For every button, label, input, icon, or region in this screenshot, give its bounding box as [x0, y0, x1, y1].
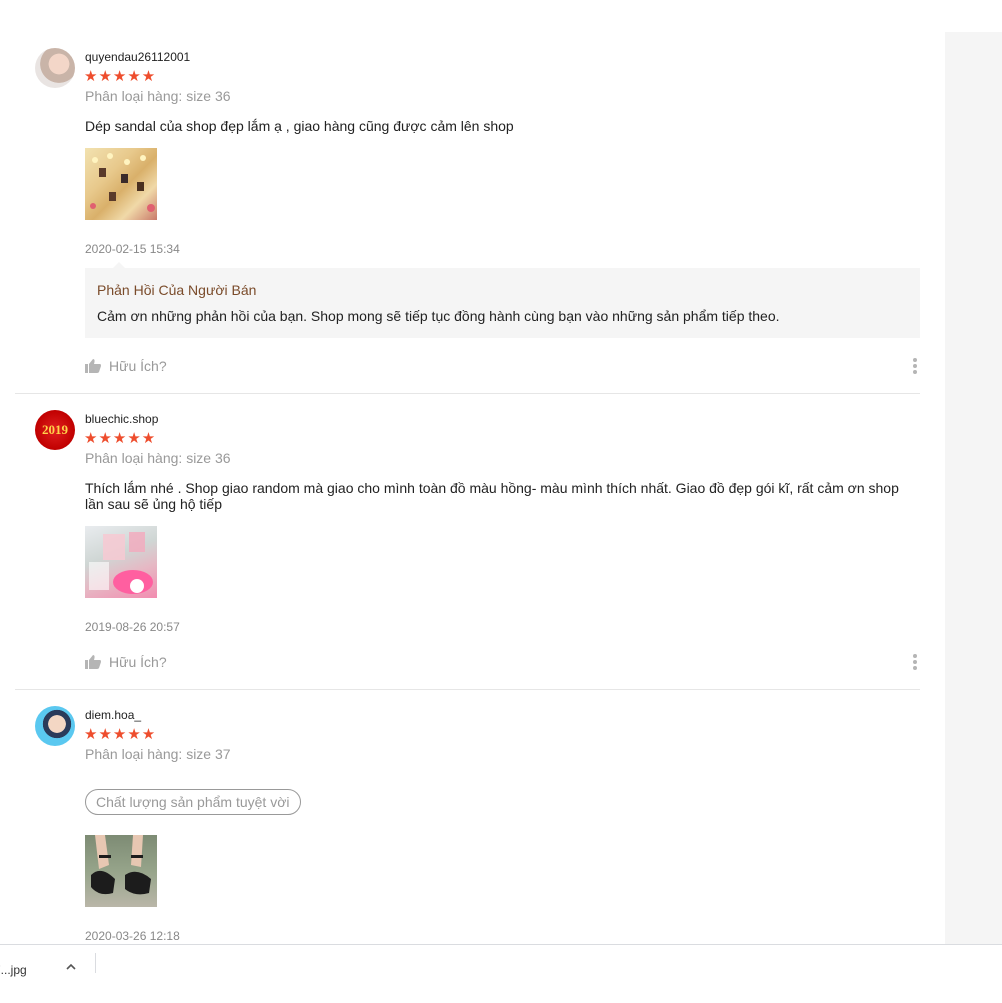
- rating-stars: ★★★★★: [84, 68, 157, 85]
- reviewer-username[interactable]: bluechic.shop: [85, 412, 158, 426]
- review-photo[interactable]: [85, 526, 157, 598]
- seller-reply-title: Phản Hồi Của Người Bán: [97, 282, 257, 298]
- product-variation: Phân loại hàng: size 36: [85, 88, 231, 104]
- seller-reply: Phản Hồi Của Người Bán Cảm ơn những phản…: [85, 262, 920, 338]
- avatar-text: 2019: [42, 422, 68, 437]
- helpful-label: Hữu Ích?: [109, 358, 167, 374]
- product-variation: Phân loại hàng: size 36: [85, 450, 231, 466]
- helpful-label: Hữu Ích?: [109, 654, 167, 670]
- download-bar: 7...jpg: [0, 944, 1002, 1003]
- reviewer-username[interactable]: quyendau26112001: [85, 50, 190, 64]
- avatar[interactable]: [35, 706, 75, 746]
- helpful-button[interactable]: Hữu Ích?: [85, 654, 167, 670]
- review-photo[interactable]: [85, 148, 157, 220]
- review-comment: Dép sandal của shop đẹp lắm ạ , giao hàn…: [85, 118, 514, 134]
- review-item: diem.hoa_ ★★★★★ Phân loại hàng: size 37 …: [15, 690, 920, 944]
- rating-stars: ★★★★★: [84, 430, 157, 447]
- thumb-up-icon: [85, 655, 101, 669]
- more-vertical-icon[interactable]: [912, 653, 918, 671]
- review-item: quyendau26112001 ★★★★★ Phân loại hàng: s…: [15, 0, 920, 393]
- download-file-name[interactable]: 7...jpg: [0, 963, 27, 977]
- review-time: 2020-02-15 15:34: [85, 242, 180, 256]
- chevron-up-icon[interactable]: [66, 963, 76, 971]
- review-item: 2019 bluechic.shop ★★★★★ Phân loại hàng:…: [15, 394, 920, 689]
- review-list: quyendau26112001 ★★★★★ Phân loại hàng: s…: [0, 0, 945, 944]
- download-separator: [95, 953, 96, 973]
- reviewer-username[interactable]: diem.hoa_: [85, 708, 141, 722]
- review-time: 2020-03-26 12:18: [85, 929, 180, 943]
- review-time: 2019-08-26 20:57: [85, 620, 180, 634]
- review-tag: Chất lượng sản phẩm tuyệt vời: [85, 789, 301, 815]
- review-photo[interactable]: [85, 835, 157, 907]
- more-vertical-icon[interactable]: [912, 357, 918, 375]
- product-variation: Phân loại hàng: size 37: [85, 746, 231, 762]
- helpful-button[interactable]: Hữu Ích?: [85, 358, 167, 374]
- right-side-panel: [945, 32, 1002, 944]
- avatar[interactable]: [35, 48, 75, 88]
- review-comment: Thích lắm nhé . Shop giao random mà giao…: [85, 480, 899, 512]
- rating-stars: ★★★★★: [84, 726, 157, 743]
- seller-reply-text: Cảm ơn những phản hồi của bạn. Shop mong…: [97, 308, 780, 324]
- thumb-up-icon: [85, 359, 101, 373]
- avatar[interactable]: 2019: [35, 410, 75, 450]
